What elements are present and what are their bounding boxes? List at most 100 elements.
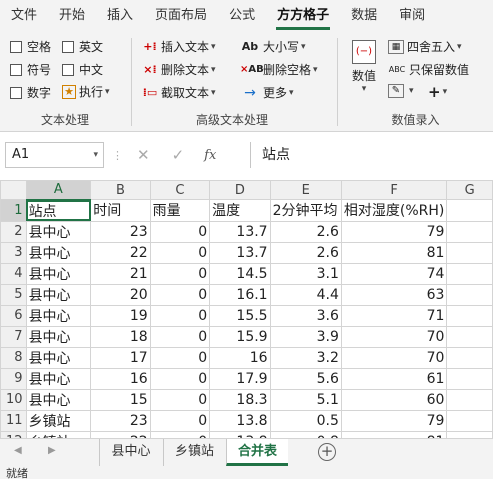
grid-cell[interactable]: 2.6 — [269, 241, 342, 264]
grid-cell[interactable]: 0 — [149, 367, 211, 390]
grid-cell[interactable]: 79 — [340, 409, 448, 432]
grid-cell[interactable]: 0 — [149, 304, 211, 327]
insert-function-icon[interactable]: fx — [204, 148, 216, 163]
delete-space-button[interactable]: ×AB 删除空格 ▾ — [240, 61, 318, 78]
grid-cell[interactable]: 县中心 — [25, 283, 92, 306]
enter-icon[interactable]: ✓ — [172, 146, 185, 164]
grid-cell[interactable]: 3.6 — [269, 304, 342, 327]
grid-cell[interactable]: 0 — [149, 346, 211, 369]
tab-formulas[interactable]: 公式 — [218, 0, 266, 32]
grid-cell[interactable]: 县中心 — [25, 346, 92, 369]
grid-cell[interactable]: 16 — [209, 346, 271, 369]
grid-cell[interactable] — [446, 367, 493, 390]
grid-cell[interactable]: 县中心 — [25, 367, 92, 390]
truncate-text-button[interactable]: ⁞▭ 截取文本 ▾ — [142, 84, 216, 101]
grid-cell[interactable]: 县中心 — [25, 262, 92, 285]
grid-cell[interactable]: 2.6 — [269, 220, 342, 243]
grid-cell[interactable]: 0 — [149, 262, 211, 285]
checkbox-icon[interactable] — [10, 86, 22, 99]
tab-fangfang-gezi[interactable]: 方方格子 — [266, 0, 340, 32]
row-header[interactable]: 7 — [0, 325, 27, 348]
grid-cell[interactable] — [446, 346, 493, 369]
grid-cell[interactable]: 0 — [149, 430, 211, 438]
more-button[interactable]: → 更多 ▾ — [240, 84, 293, 101]
chevron-down-icon[interactable]: ▾ — [93, 143, 98, 167]
grid-cell[interactable]: 3.9 — [269, 325, 342, 348]
row-header[interactable]: 1 — [0, 199, 27, 222]
grid-cell[interactable]: 乡镇站 — [25, 430, 92, 438]
row-header[interactable]: 2 — [0, 220, 27, 243]
grid-cell[interactable]: 相对湿度(%RH) — [340, 199, 448, 222]
checkbox-english[interactable]: 英文 — [62, 38, 103, 55]
column-header[interactable]: A — [25, 180, 92, 201]
grid-cell[interactable] — [446, 262, 493, 285]
grid-cell[interactable]: 17 — [90, 346, 151, 369]
execute-button[interactable]: ★ 执行 ▾ — [62, 83, 110, 100]
sheet-tab-township[interactable]: 乡镇站 — [163, 439, 225, 466]
grid-cell[interactable]: 16.1 — [209, 283, 271, 306]
grid-cell[interactable]: 5.6 — [269, 367, 342, 390]
grid-cell[interactable]: 16 — [90, 367, 151, 390]
grid-cell[interactable]: 3.1 — [269, 262, 342, 285]
grid-cell[interactable]: 15 — [90, 388, 151, 411]
grid-cell[interactable]: 2分钟平均 — [269, 199, 342, 222]
keep-value-button[interactable]: ABC 只保留数值 — [388, 61, 469, 78]
grid-cell[interactable]: 14.5 — [209, 262, 271, 285]
grid-cell[interactable]: 15.9 — [209, 325, 271, 348]
grid-cell[interactable]: 0 — [149, 283, 211, 306]
name-box[interactable]: A1 ▾ — [5, 142, 104, 168]
grid-cell[interactable]: 60 — [340, 388, 448, 411]
grid-cell[interactable]: 20 — [90, 283, 151, 306]
grid-cell[interactable]: 0 — [149, 325, 211, 348]
grid-cell[interactable] — [446, 241, 493, 264]
grid-cell[interactable]: 0 — [149, 241, 211, 264]
grid-cell[interactable]: 站点 — [25, 199, 92, 222]
grid-cell[interactable]: 70 — [340, 325, 448, 348]
grid-cell[interactable]: 雨量 — [149, 199, 211, 222]
grid-cell[interactable]: 县中心 — [25, 304, 92, 327]
checkbox-icon[interactable] — [10, 63, 22, 76]
row-header[interactable]: 10 — [0, 388, 27, 411]
checkbox-symbol[interactable]: 符号 — [10, 61, 51, 78]
tab-page-layout[interactable]: 页面布局 — [144, 0, 218, 32]
add-sheet-icon[interactable]: + — [318, 443, 336, 461]
grid-cell[interactable]: 61 — [340, 367, 448, 390]
row-header[interactable]: 12 — [0, 430, 27, 438]
grid-cell[interactable]: 81 — [340, 430, 448, 438]
case-button[interactable]: Ab 大小写 ▾ — [240, 38, 306, 55]
grid-cell[interactable]: 3.2 — [269, 346, 342, 369]
grid-cell[interactable]: 13.7 — [209, 241, 271, 264]
grid-cell[interactable] — [446, 283, 493, 306]
grid-cell[interactable]: 19 — [90, 304, 151, 327]
grid-cell[interactable]: 21 — [90, 262, 151, 285]
grid-cell[interactable] — [446, 325, 493, 348]
grid-cell[interactable]: 17.9 — [209, 367, 271, 390]
row-header[interactable]: 11 — [0, 409, 27, 432]
checkbox-chinese[interactable]: 中文 — [62, 61, 103, 78]
scroll-left-icon[interactable]: ◀ — [14, 445, 22, 456]
checkbox-icon[interactable] — [62, 63, 74, 76]
column-header[interactable]: C — [149, 180, 211, 200]
column-header[interactable]: G — [446, 180, 493, 200]
checkbox-number[interactable]: 数字 — [10, 84, 51, 101]
grid-cell[interactable]: 0 — [149, 409, 211, 432]
grid-cell[interactable]: 温度 — [209, 199, 271, 222]
row-header[interactable]: 8 — [0, 346, 27, 369]
column-header[interactable]: F — [340, 180, 448, 200]
grid-cell[interactable]: 74 — [340, 262, 448, 285]
grid-cell[interactable]: 县中心 — [25, 388, 92, 411]
insert-text-button[interactable]: +⁞ 插入文本 ▾ — [142, 38, 215, 55]
checkbox-icon[interactable] — [62, 40, 74, 53]
value-button[interactable]: (−) 数值 ▾ — [348, 40, 380, 94]
grid-cell[interactable]: 22 — [90, 430, 151, 438]
grid-cell[interactable]: 13.7 — [209, 220, 271, 243]
grid-cell[interactable]: 0 — [149, 388, 211, 411]
grid-cell[interactable]: 23 — [90, 409, 151, 432]
grid-cell[interactable]: 县中心 — [25, 220, 92, 243]
add-button[interactable]: + ▾ — [428, 83, 447, 101]
grid-cell[interactable]: 0 — [149, 220, 211, 243]
grid-cell[interactable]: 0.8 — [269, 430, 342, 438]
grid-cell[interactable]: 4.4 — [269, 283, 342, 306]
grid-cell[interactable]: 18.3 — [209, 388, 271, 411]
row-header[interactable]: 6 — [0, 304, 27, 327]
